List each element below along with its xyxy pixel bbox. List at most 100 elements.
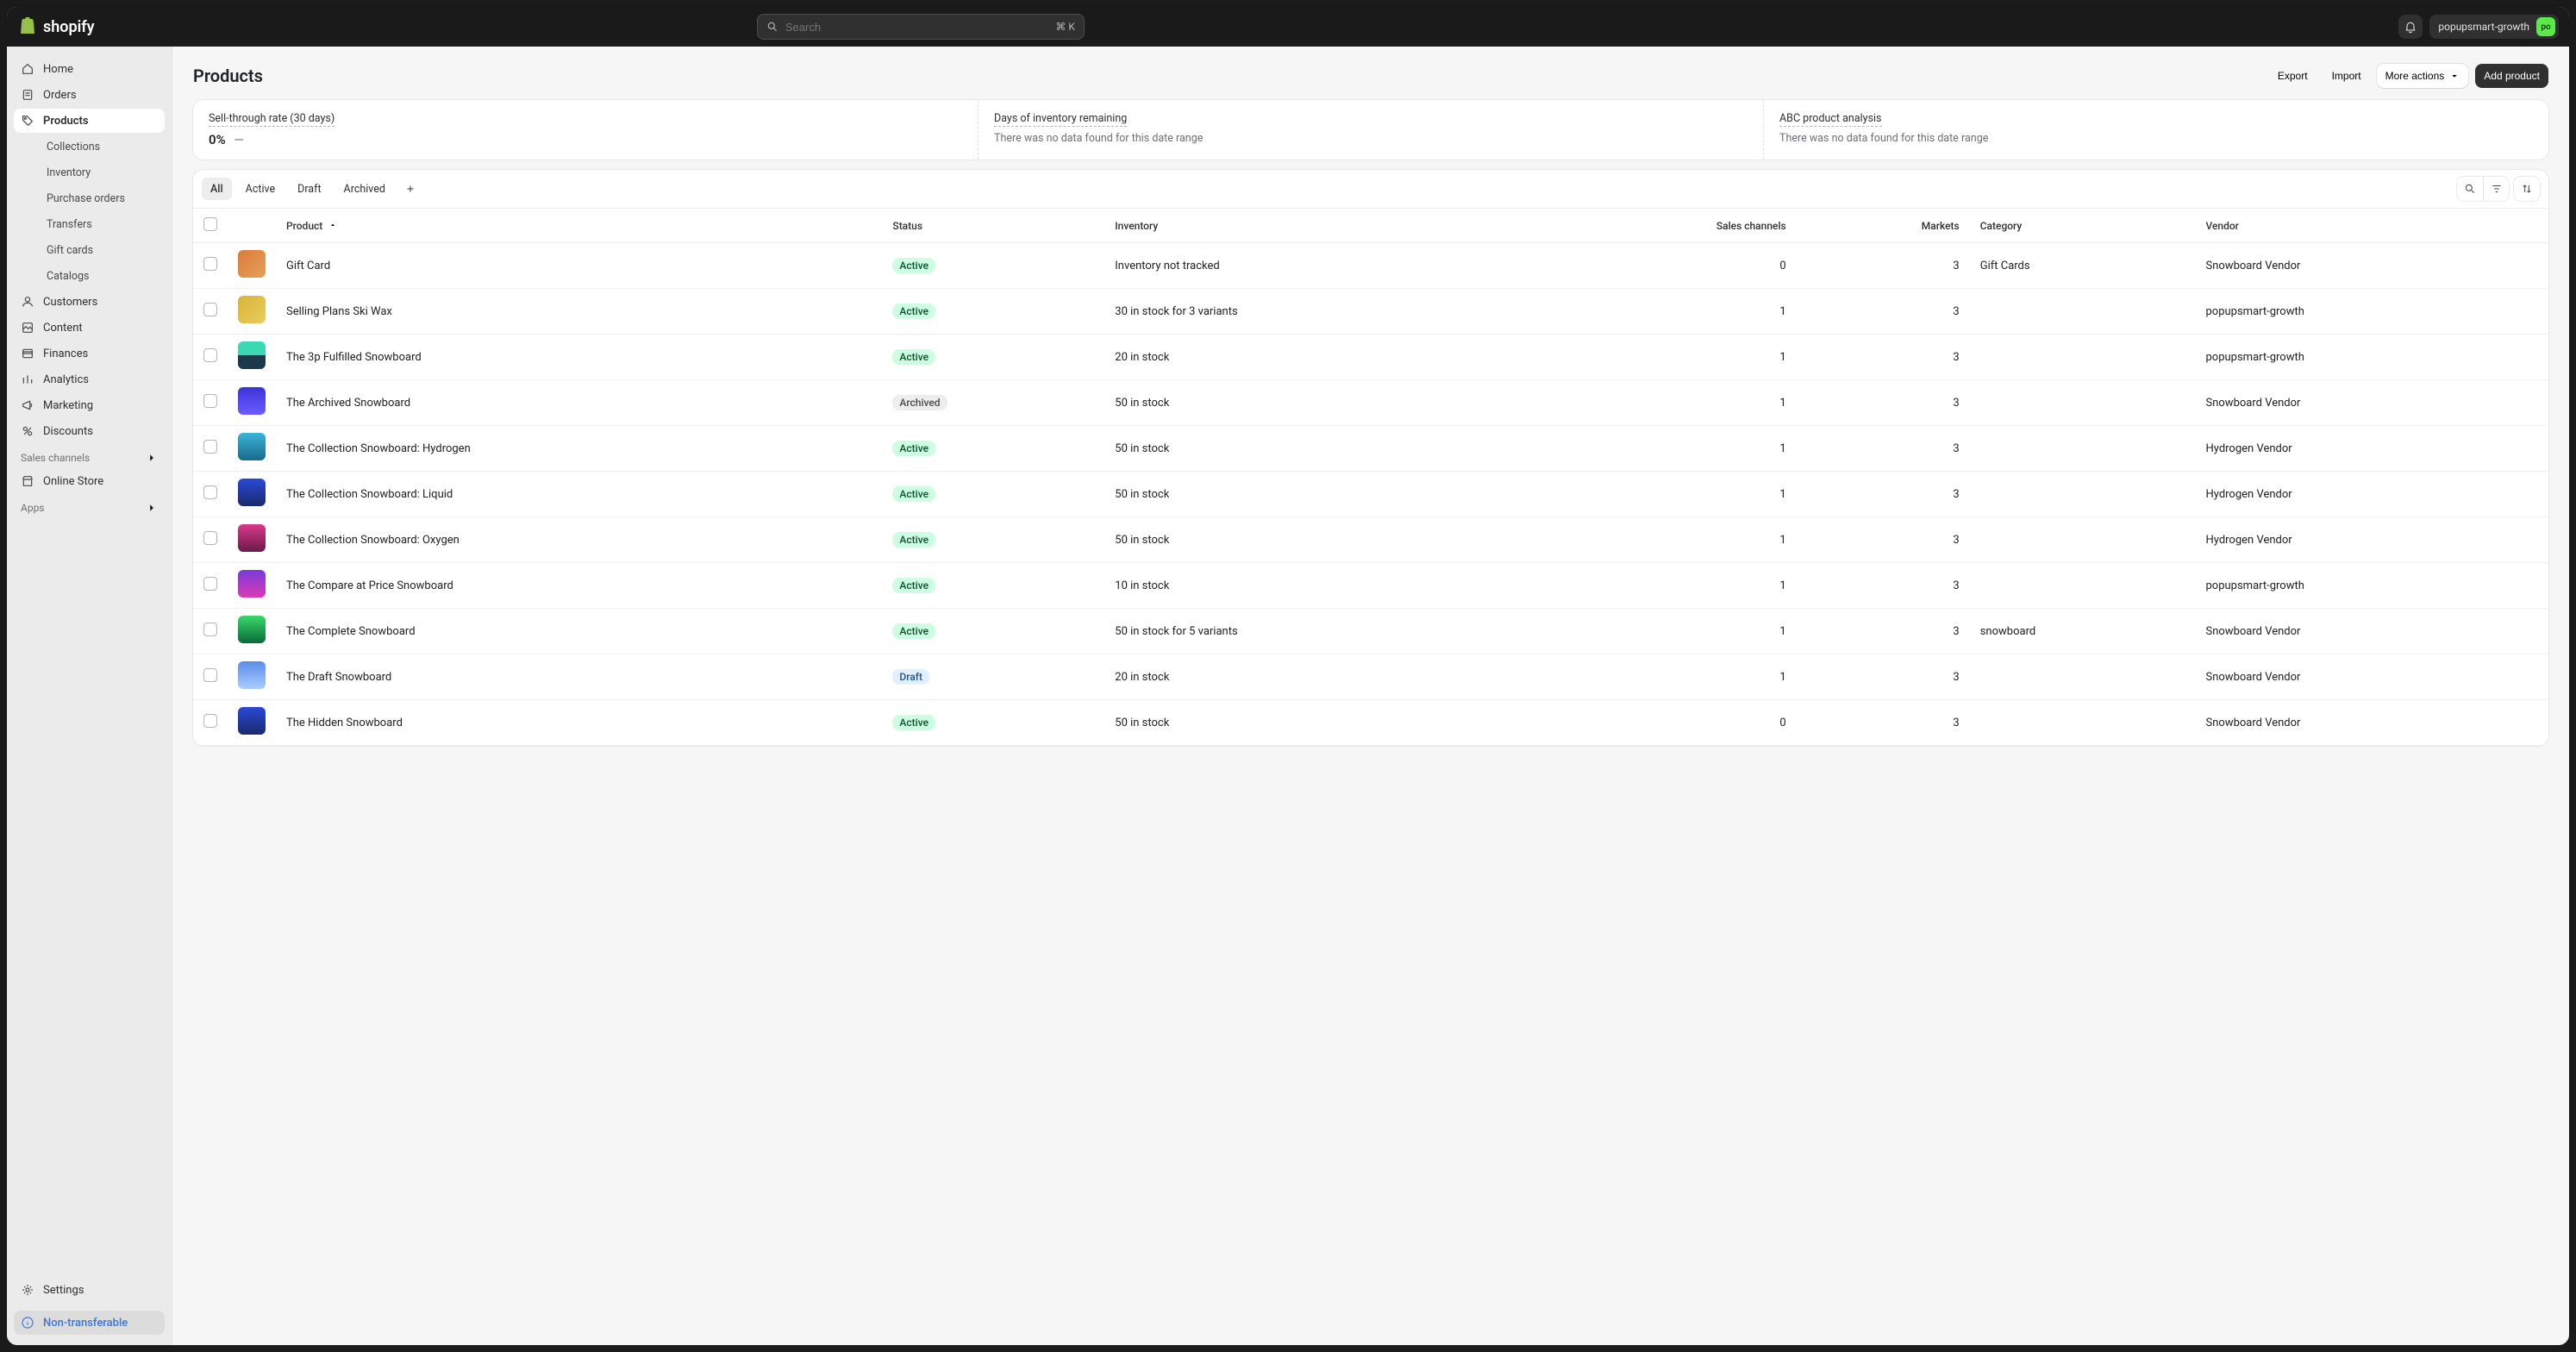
table-row[interactable]: The Compare at Price SnowboardActive10 i…: [193, 563, 2548, 609]
table-toolbar: All Active Draft Archived: [193, 170, 2548, 209]
tab-all[interactable]: All: [202, 178, 232, 200]
sidebar-item-label: Marketing: [43, 399, 93, 412]
sidebar-item-customers[interactable]: Customers: [14, 290, 165, 314]
shopify-logo[interactable]: shopify: [17, 16, 95, 37]
table-row[interactable]: The Archived SnowboardArchived50 in stoc…: [193, 380, 2548, 426]
sidebar-item-label: Content: [43, 322, 83, 335]
table-row[interactable]: The Collection Snowboard: HydrogenActive…: [193, 426, 2548, 472]
sidebar-sub-gift-cards[interactable]: Gift cards: [17, 238, 165, 262]
row-checkbox[interactable]: [203, 577, 217, 591]
cell-inventory: 50 in stock: [1104, 472, 1529, 517]
table-filter-button[interactable]: [2483, 177, 2509, 201]
sidebar-item-orders[interactable]: Orders: [14, 83, 165, 107]
info-icon: [21, 1316, 34, 1330]
add-product-button[interactable]: Add product: [2475, 64, 2548, 88]
sidebar-item-nontransferable[interactable]: Non-transferable: [14, 1311, 165, 1335]
cell-vendor: Snowboard Vendor: [2195, 380, 2548, 426]
product-thumbnail: [238, 707, 266, 735]
cell-markets: 3: [1797, 609, 1970, 654]
row-checkbox[interactable]: [203, 440, 217, 454]
more-actions-button[interactable]: More actions: [2377, 64, 2469, 88]
table-row[interactable]: The Collection Snowboard: LiquidActive50…: [193, 472, 2548, 517]
sidebar-item-online-store[interactable]: Online Store: [14, 469, 165, 493]
row-checkbox[interactable]: [203, 257, 217, 271]
table-row[interactable]: The Hidden SnowboardActive50 in stock03S…: [193, 700, 2548, 746]
metric-sell-through[interactable]: Sell-through rate (30 days) 0% —: [193, 100, 979, 160]
sort-pill: [2514, 177, 2540, 201]
cell-channels: 1: [1529, 380, 1797, 426]
cell-channels: 1: [1529, 289, 1797, 335]
metric-days-inventory[interactable]: Days of inventory remaining There was no…: [979, 100, 1764, 160]
table-row[interactable]: The 3p Fulfilled SnowboardActive20 in st…: [193, 335, 2548, 380]
sidebar-item-analytics[interactable]: Analytics: [14, 367, 165, 391]
row-checkbox[interactable]: [203, 303, 217, 316]
store-icon: [21, 474, 34, 488]
cell-inventory: 50 in stock: [1104, 700, 1529, 746]
cell-product: The Collection Snowboard: Hydrogen: [276, 426, 882, 472]
row-checkbox[interactable]: [203, 714, 217, 728]
sidebar-section-apps[interactable]: Apps: [14, 495, 165, 517]
row-checkbox[interactable]: [203, 623, 217, 636]
sidebar-sub-transfers[interactable]: Transfers: [17, 212, 165, 236]
row-checkbox[interactable]: [203, 485, 217, 499]
sidebar-item-home[interactable]: Home: [14, 57, 165, 81]
status-badge: Active: [892, 258, 935, 273]
row-checkbox[interactable]: [203, 394, 217, 408]
cell-vendor: popupsmart-growth: [2195, 563, 2548, 609]
tab-active[interactable]: Active: [237, 178, 284, 200]
table-row[interactable]: Gift CardActiveInventory not tracked03Gi…: [193, 243, 2548, 289]
search-box[interactable]: ⌘ K: [757, 14, 1085, 40]
sidebar-item-settings[interactable]: Settings: [14, 1278, 165, 1302]
tab-draft[interactable]: Draft: [289, 178, 329, 200]
cell-vendor: Hydrogen Vendor: [2195, 472, 2548, 517]
product-thumbnail: [238, 524, 266, 552]
tab-archived[interactable]: Archived: [335, 178, 394, 200]
cell-inventory: 50 in stock: [1104, 517, 1529, 563]
column-header-category[interactable]: Category: [1970, 209, 2196, 243]
table-sort-button[interactable]: [2514, 177, 2540, 201]
sidebar-item-discounts[interactable]: Discounts: [14, 419, 165, 443]
notifications-button[interactable]: [2398, 15, 2423, 39]
search-input[interactable]: [785, 21, 1048, 34]
table-row[interactable]: Selling Plans Ski WaxActive30 in stock f…: [193, 289, 2548, 335]
metric-label: ABC product analysis: [1779, 112, 1882, 127]
table-search-button[interactable]: [2457, 177, 2483, 201]
table-row[interactable]: The Complete SnowboardActive50 in stock …: [193, 609, 2548, 654]
column-header-status[interactable]: Status: [882, 209, 1104, 243]
select-all-checkbox[interactable]: [203, 217, 217, 231]
sidebar-sub-purchase-orders[interactable]: Purchase orders: [17, 186, 165, 210]
cell-inventory: 50 in stock: [1104, 426, 1529, 472]
store-name: popupsmart-growth: [2438, 21, 2529, 33]
row-checkbox[interactable]: [203, 668, 217, 682]
store-switcher[interactable]: popupsmart-growth po: [2429, 15, 2559, 39]
sidebar-item-products[interactable]: Products: [14, 109, 165, 133]
row-checkbox[interactable]: [203, 531, 217, 545]
sidebar: Home Orders Products Collections Invento…: [7, 47, 172, 1345]
export-button[interactable]: Export: [2269, 64, 2317, 88]
status-badge: Archived: [892, 395, 947, 410]
cell-product: The Collection Snowboard: Oxygen: [276, 517, 882, 563]
marketing-icon: [21, 398, 34, 412]
column-header-inventory[interactable]: Inventory: [1104, 209, 1529, 243]
sidebar-item-finances[interactable]: Finances: [14, 341, 165, 366]
column-header-markets[interactable]: Markets: [1797, 209, 1970, 243]
sidebar-sub-catalogs[interactable]: Catalogs: [17, 264, 165, 288]
sidebar-item-marketing[interactable]: Marketing: [14, 393, 165, 417]
table-row[interactable]: The Draft SnowboardDraft20 in stock13Sno…: [193, 654, 2548, 700]
sidebar-item-label: Catalogs: [47, 270, 89, 283]
sidebar-sub-collections[interactable]: Collections: [17, 135, 165, 159]
column-header-product[interactable]: Product: [276, 209, 882, 243]
column-header-sales-channels[interactable]: Sales channels: [1529, 209, 1797, 243]
column-header-vendor[interactable]: Vendor: [2195, 209, 2548, 243]
sidebar-item-content[interactable]: Content: [14, 316, 165, 340]
sidebar-item-label: Products: [43, 115, 89, 128]
sidebar-sub-inventory[interactable]: Inventory: [17, 160, 165, 185]
table-row[interactable]: The Collection Snowboard: OxygenActive50…: [193, 517, 2548, 563]
customers-icon: [21, 295, 34, 309]
sidebar-section-channels[interactable]: Sales channels: [14, 445, 165, 467]
import-button[interactable]: Import: [2323, 64, 2370, 88]
add-view-button[interactable]: [399, 178, 422, 200]
metric-abc-analysis[interactable]: ABC product analysis There was no data f…: [1764, 100, 2548, 160]
row-checkbox[interactable]: [203, 348, 217, 362]
cell-product: The Collection Snowboard: Liquid: [276, 472, 882, 517]
